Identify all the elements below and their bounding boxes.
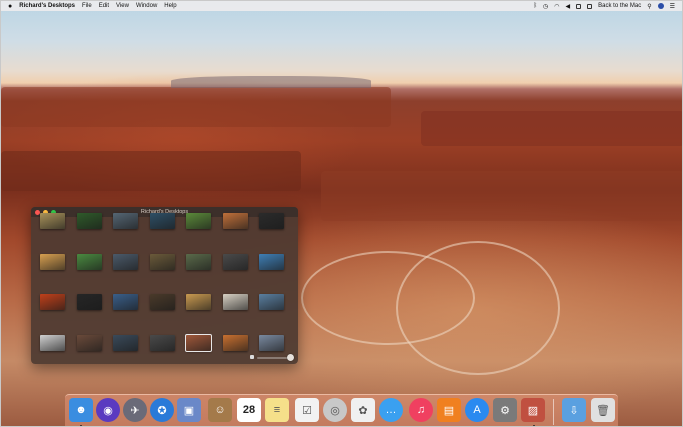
desktop-thumbnail[interactable] xyxy=(40,213,65,229)
screen: ● Richard's Desktops File Edit View Wind… xyxy=(0,0,683,427)
desktop-thumbnail[interactable] xyxy=(259,294,284,310)
downloads-icon[interactable]: ⇩ xyxy=(562,398,586,422)
desktop-thumbnail[interactable] xyxy=(259,253,284,270)
desktop-thumbnail[interactable] xyxy=(186,253,211,270)
menu-file[interactable]: File xyxy=(82,3,92,9)
desktop-thumbnail[interactable] xyxy=(113,213,138,229)
app-store-icon[interactable]: A xyxy=(465,398,489,422)
menu-bar: ● Richard's Desktops File Edit View Wind… xyxy=(1,1,682,11)
volume-icon[interactable]: ◀ xyxy=(566,3,571,10)
battery-icon[interactable] xyxy=(576,3,582,9)
dock: ☻ ◉ ✈ ✪ ▣ ☺ 28 ≡ ☑ ◎ ✿… ♫ ▤ A ⚙ ▨ ⇩ 🗑 xyxy=(65,394,618,426)
image-capture-icon[interactable]: ◎ xyxy=(323,398,347,422)
music-icon[interactable]: ♫ xyxy=(409,398,433,422)
desktop-thumbnail[interactable] xyxy=(186,213,211,229)
desktop-thumbnail[interactable] xyxy=(259,334,284,351)
menu-view[interactable]: View xyxy=(116,3,129,9)
desktop-thumbnail[interactable] xyxy=(76,294,102,310)
desktop-thumbnail[interactable] xyxy=(259,213,284,229)
trash-icon[interactable]: 🗑 xyxy=(591,398,615,422)
siri-icon[interactable]: ◉ xyxy=(96,398,120,422)
desktop-thumbnail[interactable] xyxy=(186,294,211,310)
desktops-window: Richard's Desktops xyxy=(31,207,298,364)
contacts-icon[interactable]: ☺ xyxy=(208,398,232,422)
desktop-thumbnail[interactable] xyxy=(40,334,65,351)
desktop-thumbnail[interactable] xyxy=(149,253,175,270)
desktop-thumbnail[interactable] xyxy=(222,213,248,229)
menu-window[interactable]: Window xyxy=(136,3,157,9)
desktop-thumbnail[interactable] xyxy=(149,334,175,351)
messages-icon[interactable]: … xyxy=(379,398,403,422)
desktop-thumbnail[interactable] xyxy=(113,334,138,351)
reminders-icon[interactable]: ☑ xyxy=(295,398,319,422)
app-menu[interactable]: Richard's Desktops xyxy=(19,3,75,9)
system-preferences-icon[interactable]: ⚙ xyxy=(493,398,517,422)
spotlight-icon[interactable]: ⚲ xyxy=(647,3,651,10)
calendar-day: 28 xyxy=(242,404,256,416)
desktop-thumbnail[interactable] xyxy=(222,253,248,270)
desktop-thumbnail[interactable] xyxy=(149,213,175,229)
dock-separator xyxy=(553,399,554,425)
notification-center-icon[interactable]: ☰ xyxy=(670,3,675,10)
calendar-icon[interactable]: 28 xyxy=(237,398,261,422)
desktop-thumbnail[interactable] xyxy=(40,294,65,310)
wifi-icon[interactable]: ◠ xyxy=(554,3,559,10)
desktop-thumbnail[interactable] xyxy=(113,253,138,270)
launchpad-icon[interactable]: ✈ xyxy=(123,398,147,422)
status-text[interactable]: Back to the Mac xyxy=(598,3,641,9)
bluetooth-icon[interactable]: ᛒ xyxy=(533,3,537,9)
desktop-thumbnail[interactable] xyxy=(222,334,248,351)
zoom-small-icon xyxy=(250,355,254,359)
desktop-thumbnail[interactable] xyxy=(76,253,102,270)
desktop-thumbnail[interactable] xyxy=(185,333,212,352)
desktop-thumbnail[interactable] xyxy=(113,294,138,310)
desktop-thumbnail[interactable] xyxy=(222,294,248,310)
menu-help[interactable]: Help xyxy=(164,3,176,9)
desktop-thumbnail[interactable] xyxy=(40,253,65,270)
notes-icon[interactable]: ≡ xyxy=(265,398,289,422)
apple-menu-icon[interactable]: ● xyxy=(8,3,12,10)
desktop-thumbnail[interactable] xyxy=(149,294,175,310)
desktop-thumbnail[interactable] xyxy=(76,334,102,351)
user-avatar-icon[interactable] xyxy=(657,3,664,9)
safari-icon[interactable]: ✪ xyxy=(150,398,174,422)
desktop-app-icon[interactable]: ▨ xyxy=(521,398,545,422)
display-icon[interactable] xyxy=(587,3,593,9)
menu-edit[interactable]: Edit xyxy=(99,3,109,9)
desktop-thumbnail[interactable] xyxy=(76,213,102,229)
slider-knob[interactable] xyxy=(287,354,294,361)
time-machine-icon[interactable]: ◷ xyxy=(543,3,548,10)
preview-icon[interactable]: ▣ xyxy=(177,398,201,422)
finder-icon[interactable]: ☻ xyxy=(69,398,93,422)
photos-icon[interactable]: ✿ xyxy=(351,398,375,422)
books-icon[interactable]: ▤ xyxy=(437,398,461,422)
